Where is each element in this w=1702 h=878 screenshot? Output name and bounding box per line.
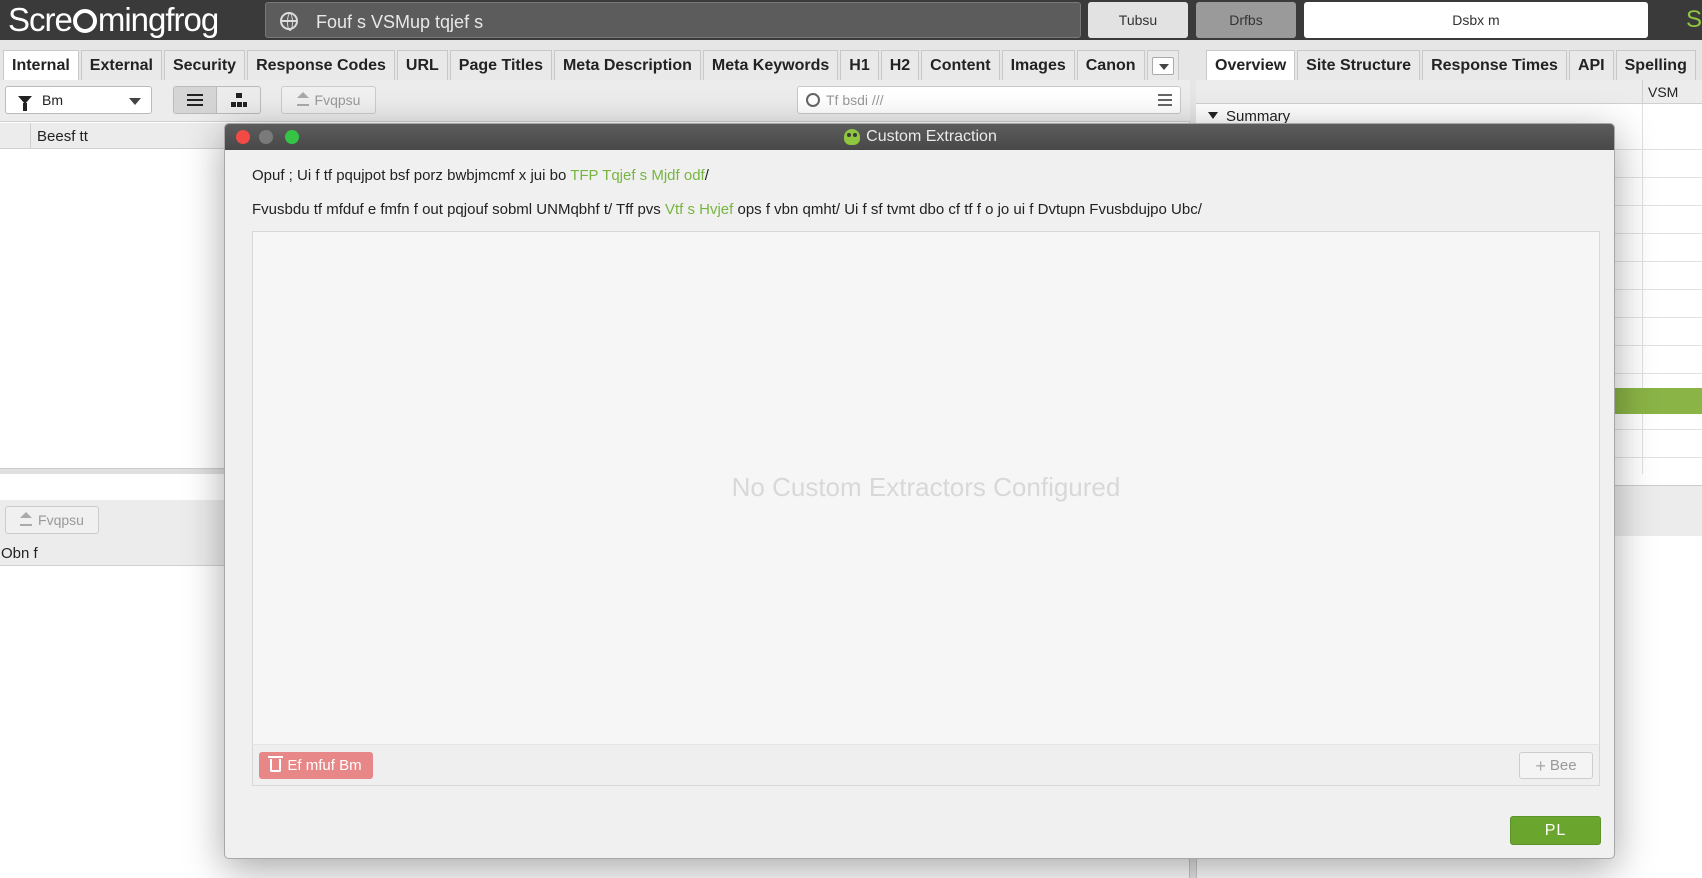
url-input-text: Fouf s VSMup tqjef s [316,12,484,32]
delete-all-label: Ef mfuf Bm [287,757,362,774]
filter-icon [18,96,32,111]
clear-button[interactable]: Drfbs [1196,2,1296,38]
view-toggle [173,86,261,114]
list-icon [187,94,203,106]
tab-meta-description[interactable]: Meta Description [553,50,701,80]
tab-external[interactable]: External [80,50,162,80]
url-input[interactable]: Fouf s VSMup tqjef s [265,2,1081,38]
custom-extraction-dialog: Custom Extraction Opuf ; Ui f tf pqujpot… [224,123,1615,859]
column-divider [1642,104,1643,474]
chevron-down-icon [129,98,141,105]
tab-security[interactable]: Security [163,50,246,80]
note-text: / [704,167,709,184]
upload-icon [20,512,33,526]
main-toolbar: Bm Fvqpsu Tf bsdi /// [0,80,1190,122]
chevron-down-icon [1151,56,1174,75]
add-button[interactable]: + Bee [1519,752,1593,779]
upload-icon [296,92,309,106]
tab-url[interactable]: URL [396,50,448,80]
extractors-list[interactable]: No Custom Extractors Configured [252,231,1600,745]
note-text: ops f vbn qmht/ Ui f sf tvmt dbo cf tf f… [733,201,1202,218]
sliders-icon[interactable] [1158,94,1172,106]
crawl-progress-button[interactable]: Dsbx m [1304,2,1648,38]
tab-overview[interactable]: Overview [1206,50,1296,80]
trash-icon [268,756,284,772]
column-url[interactable]: VSM [1648,84,1678,100]
top-bar: Scre mingfrog Fouf s VSMup tqjef s Tubsu … [0,0,1702,40]
search-input[interactable]: Tf bsdi /// [797,86,1181,114]
tab-internal[interactable]: Internal [3,50,79,80]
tab-site-structure[interactable]: Site Structure [1297,50,1421,80]
tab-response-codes[interactable]: Response Codes [247,50,395,80]
column-address[interactable]: Beesf tt [37,128,88,145]
seo-spider-licence-link[interactable]: TFP Tqjef s Mjdf odf [570,167,705,184]
right-tabs: Overview Site Structure Response Times API S… [1206,50,1698,80]
column-divider [30,123,31,149]
add-label: Bee [1549,757,1577,774]
user-guide-link[interactable]: Vtf s Hvjef [665,201,733,218]
tree-view-button[interactable] [217,87,260,113]
export-label: Fvqpsu [314,92,361,108]
empty-state-text: No Custom Extractors Configured [731,472,1121,502]
expand-triangle-icon [1208,112,1218,119]
tab-images[interactable]: Images [1001,50,1075,80]
filter-label: Bm [42,92,63,108]
lower-export-label: Fvqpsu [38,512,84,528]
logo-gear-icon [72,9,97,33]
tab-h1[interactable]: H1 [840,50,879,80]
export-button[interactable]: Fvqpsu [281,86,376,114]
column-divider [1642,80,1643,104]
dialog-title-wrap: Custom Extraction [225,124,1614,150]
column-name[interactable]: Obn f [1,545,38,562]
tab-canon[interactable]: Canon [1076,50,1145,80]
search-placeholder: Tf bsdi /// [826,92,884,108]
plus-icon: + [1535,755,1546,776]
tab-h2[interactable]: H2 [880,50,920,80]
note-text: Opuf ; Ui f tf pqujpot bsf porz bwbjmcmf… [252,167,571,184]
note-text: Fvusbdu tf mfduf e fmfn f out pqjouf sob… [252,201,665,218]
right-table-header: VSM [1196,80,1702,104]
tab-meta-keywords[interactable]: Meta Keywords [702,50,839,80]
logo-text-part: mingfrog [97,1,219,38]
tab-page-titles[interactable]: Page Titles [449,50,552,80]
more-tabs-dropdown[interactable] [1146,50,1179,80]
tree-icon [230,93,247,107]
dialog-title: Custom Extraction [866,128,997,145]
tab-spelling[interactable]: Spelling [1615,50,1696,80]
extractors-list-footer: Ef mfuf Bm + Bee [252,744,1600,786]
list-view-button[interactable] [174,87,218,113]
tab-api[interactable]: API [1568,50,1614,80]
search-icon [806,93,820,107]
start-button[interactable]: Tubsu [1088,2,1188,38]
logo-text-part: Scre [8,1,73,38]
lower-export-button[interactable]: Fvqpsu [5,506,99,534]
frog-icon [844,129,861,145]
extraction-note: Fvusbdu tf mfduf e fmfn f out pqjouf sob… [252,201,1202,218]
licence-note: Opuf ; Ui f tf pqujpot bsf porz bwbjmcmf… [252,167,709,184]
tab-content[interactable]: Content [921,50,1000,80]
delete-all-button[interactable]: Ef mfuf Bm [259,752,373,779]
app-logo: Scre mingfrog [8,1,219,38]
dialog-titlebar: Custom Extraction [225,124,1614,150]
filter-dropdown[interactable]: Bm [5,86,152,114]
ok-button[interactable]: PL [1510,816,1601,845]
tab-response-times[interactable]: Response Times [1422,50,1567,80]
main-tabs: Internal External Security Response Codes UR… [3,50,1181,80]
globe-icon [280,12,298,31]
seo-label: SE [1686,6,1702,33]
